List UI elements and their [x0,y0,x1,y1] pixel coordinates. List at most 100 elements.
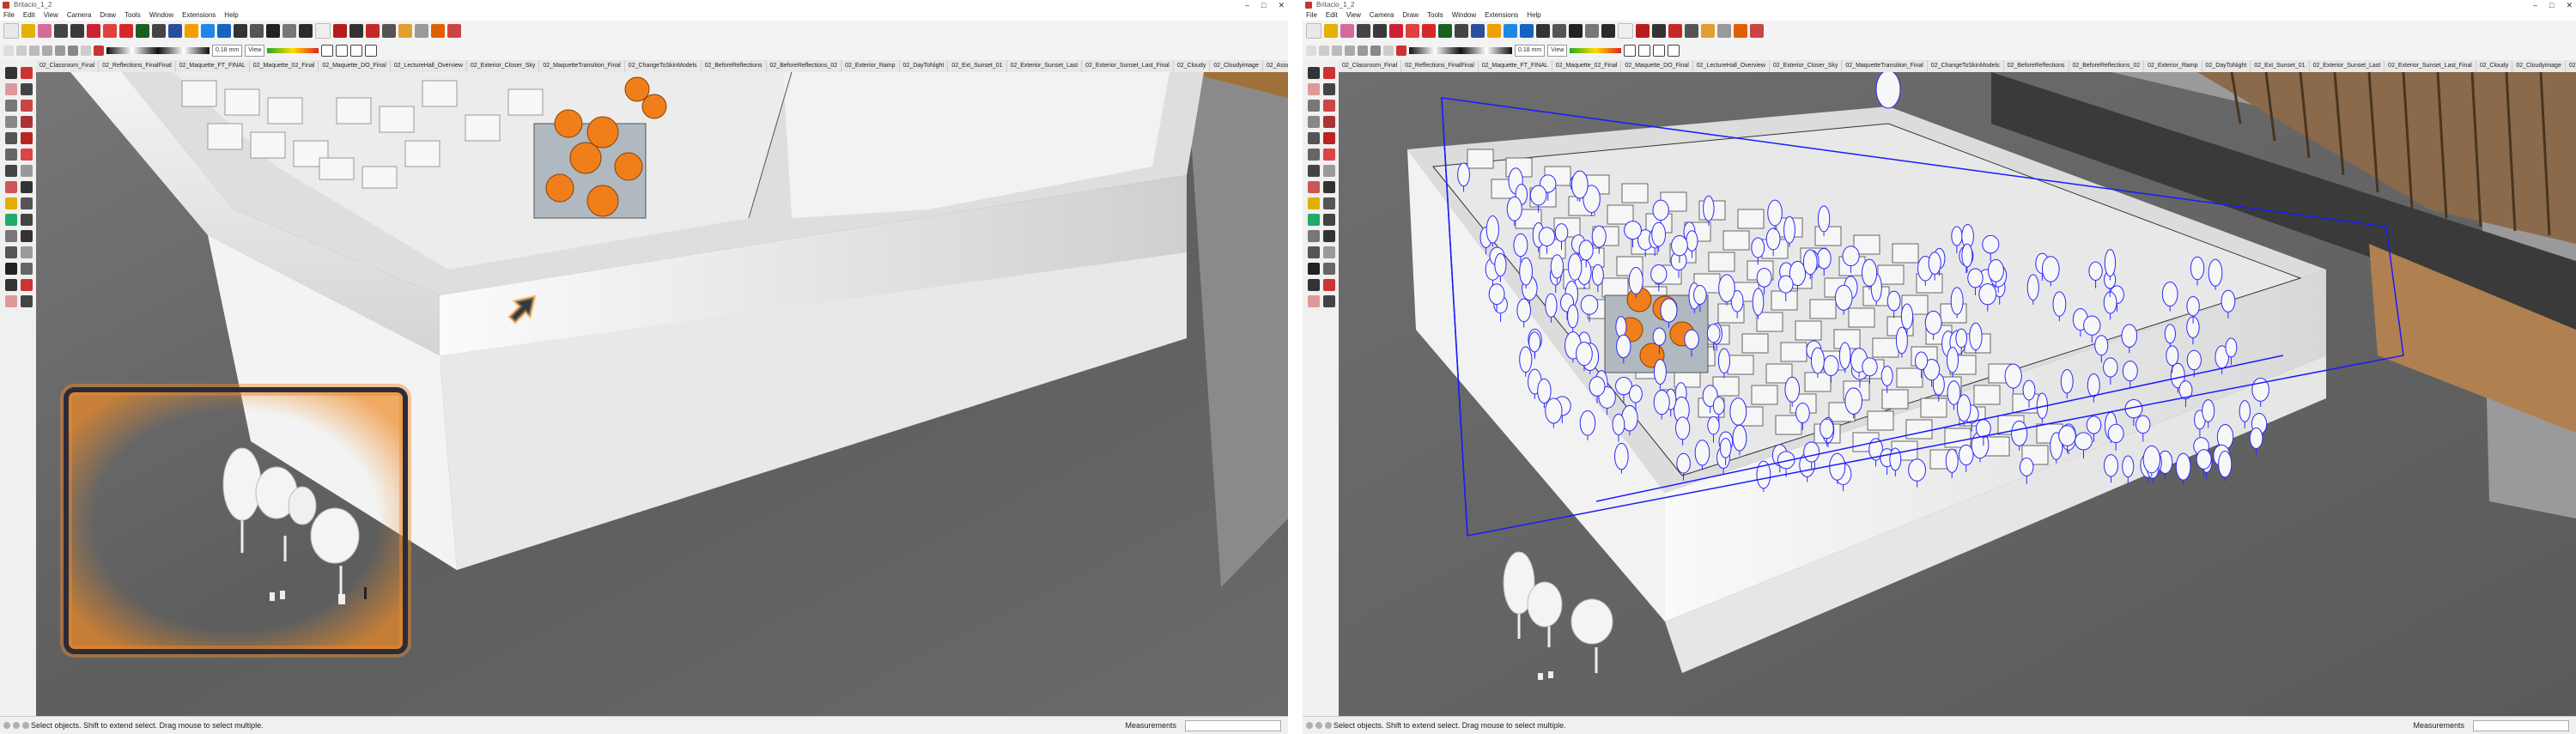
zoom-extents-icon[interactable] [1308,230,1320,242]
close-icon[interactable]: ✕ [1278,0,1285,10]
info-icon[interactable] [22,722,29,729]
material-icon[interactable] [1750,24,1764,38]
line-icon[interactable] [1323,83,1335,95]
move-icon[interactable] [5,132,17,144]
pointer-icon[interactable] [315,23,331,39]
tape-measure-icon[interactable] [1308,165,1320,177]
look-around-icon[interactable] [1308,246,1320,258]
move-icon[interactable] [1308,132,1320,144]
arc-icon[interactable] [1358,45,1368,56]
section-plane-icon[interactable] [1323,246,1335,258]
rotate-icon[interactable] [1323,132,1335,144]
menu-help[interactable]: Help [224,10,238,21]
section-plane-icon[interactable] [283,24,296,38]
fog-icon[interactable] [21,295,33,307]
menu-tools[interactable]: Tools [125,10,141,21]
minimize-icon[interactable]: – [1245,0,1249,10]
arc-icon[interactable] [1308,116,1320,128]
pan-icon[interactable] [1308,214,1320,226]
scene-tab[interactable]: 02_Exterior_Ramp [841,60,900,72]
style-icon[interactable] [21,279,33,291]
scene-tab[interactable]: 02_Reflections_FinalFinal [99,60,176,72]
orbit-icon[interactable] [21,197,33,209]
scene-tab[interactable]: 02_Exterior_Sunset_Last [2310,60,2385,72]
pointer-icon[interactable] [1618,23,1633,39]
rectangle-icon[interactable] [5,100,17,112]
scene-tab[interactable]: 02_Classroom_Final [36,60,100,72]
scene-tab[interactable]: 02_Maquette_02_Final [250,60,319,72]
eraser-icon[interactable] [38,24,52,38]
menu-draw[interactable]: Draw [1402,10,1419,21]
timeline-strip[interactable] [106,47,210,54]
extension-icon[interactable] [366,24,380,38]
palette-icon[interactable] [94,45,104,56]
text-icon[interactable] [1306,45,1316,56]
scene-tab[interactable]: 02_Maquette_DO_Final [1621,60,1693,72]
home-icon[interactable] [321,45,334,57]
select-arrow-icon[interactable] [1308,67,1320,79]
scene-tab[interactable]: 02_ChangeToSkinModels [625,60,702,72]
house-icon[interactable] [336,45,349,57]
scene-tab[interactable]: 02_DayToNight [900,60,949,72]
zoom-icon[interactable] [1536,24,1550,38]
move-icon[interactable] [103,24,117,38]
pan-icon[interactable] [5,214,17,226]
protractor-icon[interactable] [29,45,39,56]
scale-icon[interactable] [68,45,78,56]
rotate-icon[interactable] [1422,24,1436,38]
scene-tab[interactable]: 02_Maquette_FT_FINAL [1479,60,1552,72]
circle-icon[interactable] [42,45,52,56]
paint-bucket-icon[interactable] [1324,24,1338,38]
select-arrow-icon[interactable] [3,23,19,39]
zoom-extents-icon[interactable] [250,24,264,38]
axes-icon[interactable] [5,197,17,209]
menu-file[interactable]: File [3,10,15,21]
color-slider[interactable] [1570,48,1622,53]
menu-file[interactable]: File [1306,10,1317,21]
measurements-input[interactable] [1185,720,1281,731]
walk-icon[interactable] [1323,230,1335,242]
orbit-icon[interactable] [1323,197,1335,209]
offset-icon[interactable] [21,149,33,161]
menu-window[interactable]: Window [149,10,173,21]
rectangle-icon[interactable] [1308,100,1320,112]
style-icon[interactable] [1323,279,1335,291]
scene-tab[interactable]: 02_MaquetteTransition_Final [1842,60,1928,72]
menu-edit[interactable]: Edit [23,10,35,21]
scene-tab[interactable]: 02_BeforeReflections_02 [767,60,842,72]
circle-icon[interactable] [1345,45,1355,56]
measurements-input[interactable] [2473,720,2569,731]
scene-tab[interactable]: 02_Exterior_Sunset_Last_Final [1082,60,1174,72]
mail-icon[interactable] [299,24,313,38]
fog-icon[interactable] [1323,295,1335,307]
offset-icon[interactable] [1438,24,1452,38]
shadow-icon[interactable] [382,24,396,38]
pan-icon[interactable] [217,24,231,38]
scale-icon[interactable] [1308,149,1320,161]
menu-edit[interactable]: Edit [1326,10,1338,21]
menu-extensions[interactable]: Extensions [182,10,216,21]
minimize-icon[interactable]: – [2533,0,2537,10]
select-arrow-icon[interactable] [5,67,17,79]
axes-icon[interactable] [1717,24,1731,38]
scene-tab[interactable]: 02_Cloudyimage [2512,60,2566,72]
walk-icon[interactable] [1652,24,1666,38]
axes-icon[interactable] [415,24,428,38]
push-pull-icon[interactable] [21,116,33,128]
extension-icon[interactable] [1308,279,1320,291]
scale-icon[interactable] [1370,45,1381,56]
protractor-icon[interactable] [1332,45,1342,56]
offset-icon[interactable] [136,24,149,38]
section-plane-icon[interactable] [1585,24,1599,38]
push-pull-icon[interactable] [1323,116,1335,128]
arc-icon[interactable] [5,116,17,128]
text-icon[interactable] [3,45,14,56]
credits-icon[interactable] [1315,722,1322,729]
palette-icon[interactable] [1396,45,1406,56]
style-icon[interactable] [185,24,198,38]
scene-tab[interactable]: 02_BeforeReflections_02 [2069,60,2145,72]
protractor-icon[interactable] [1308,181,1320,193]
pan-icon[interactable] [1520,24,1534,38]
extension-icon[interactable] [1668,24,1682,38]
style-icon[interactable] [1487,24,1501,38]
